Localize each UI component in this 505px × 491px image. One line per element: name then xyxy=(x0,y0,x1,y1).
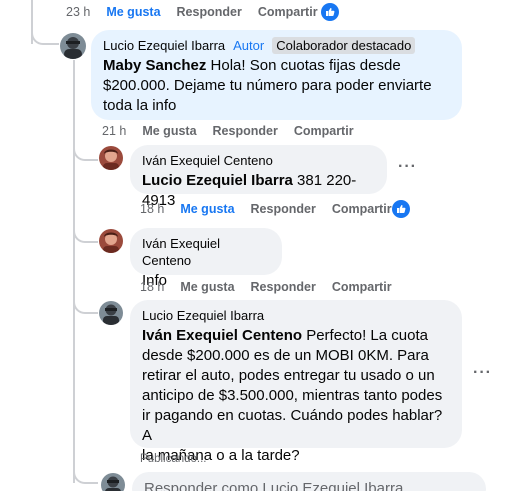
like-link[interactable]: Me gusta xyxy=(180,202,234,216)
comment-actions: 23 h Me gusta Responder Compartir xyxy=(66,5,334,19)
timestamp[interactable]: 18 h xyxy=(140,280,164,294)
comment-author[interactable]: Iván Exequiel Centeno xyxy=(142,152,273,169)
author-badge: Autor xyxy=(233,38,265,53)
avatar[interactable] xyxy=(99,301,123,325)
comment-author[interactable]: Lucio Ezequiel Ibarra xyxy=(142,307,264,324)
thread-curve xyxy=(31,28,59,45)
top-contributor-badge: Colaborador destacado xyxy=(272,37,416,54)
reply-link[interactable]: Responder xyxy=(251,202,316,216)
share-link[interactable]: Compartir xyxy=(332,202,392,216)
like-link[interactable]: Me gusta xyxy=(180,280,234,294)
timestamp[interactable]: 23 h xyxy=(66,5,90,19)
like-link[interactable]: Me gusta xyxy=(142,124,196,138)
avatar[interactable] xyxy=(60,33,86,59)
avatar[interactable] xyxy=(99,229,123,253)
timestamp[interactable]: 18 h xyxy=(140,202,164,216)
comment-actions: 18 h Me gusta Responder Compartir xyxy=(140,202,408,216)
thumbs-up-icon xyxy=(392,200,410,218)
comment-bubble: Iván Exequiel Centeno Info xyxy=(130,228,282,289)
comment-bubble: Lucio Ezequiel Ibarra Iván Exequiel Cent… xyxy=(130,300,462,464)
avatar[interactable] xyxy=(101,473,125,491)
comment-actions: 21 h Me gusta Responder Compartir xyxy=(102,124,370,138)
thread-curve xyxy=(73,143,98,161)
thread-line xyxy=(73,60,75,483)
mention-link[interactable]: Lucio Ezequiel Ibarra xyxy=(142,172,293,189)
thumbs-up-icon xyxy=(321,3,339,21)
publishing-status: Publicando... xyxy=(140,453,207,465)
share-link[interactable]: Compartir xyxy=(294,124,354,138)
reply-link[interactable]: Responder xyxy=(251,280,316,294)
thread-curve xyxy=(73,225,98,243)
comment-author[interactable]: Iván Exequiel Centeno xyxy=(142,235,270,269)
share-link[interactable]: Compartir xyxy=(258,5,318,19)
like-link[interactable]: Me gusta xyxy=(106,5,160,19)
timestamp[interactable]: 21 h xyxy=(102,124,126,138)
avatar[interactable] xyxy=(99,146,123,170)
more-icon[interactable]: ··· xyxy=(398,158,417,176)
reply-link[interactable]: Responder xyxy=(177,5,242,19)
reply-input[interactable]: Responder como Lucio Ezequiel Ibarra xyxy=(132,472,486,491)
comment-actions: 18 h Me gusta Responder Compartir xyxy=(140,280,408,294)
share-link[interactable]: Compartir xyxy=(332,280,392,294)
comment-bubble: Lucio Ezequiel Ibarra Autor Colaborador … xyxy=(91,30,462,120)
mention-link[interactable]: Maby Sanchez xyxy=(103,57,206,74)
reply-link[interactable]: Responder xyxy=(213,124,278,138)
comment-text: Iván Exequiel Centeno Perfecto! La cuota… xyxy=(142,327,443,464)
reply-placeholder: Responder como Lucio Ezequiel Ibarra xyxy=(144,480,404,491)
comment-author[interactable]: Lucio Ezequiel Ibarra xyxy=(103,37,225,54)
mention-link[interactable]: Iván Exequiel Centeno xyxy=(142,327,302,344)
thread-curve xyxy=(73,296,98,314)
comment-bubble: Iván Exequiel Centeno Lucio Ezequiel Iba… xyxy=(130,145,387,209)
thread-curve xyxy=(73,466,98,484)
comment-text: Maby Sanchez Hola! Son cuotas fijas desd… xyxy=(103,57,432,114)
more-icon[interactable]: ··· xyxy=(473,364,492,382)
